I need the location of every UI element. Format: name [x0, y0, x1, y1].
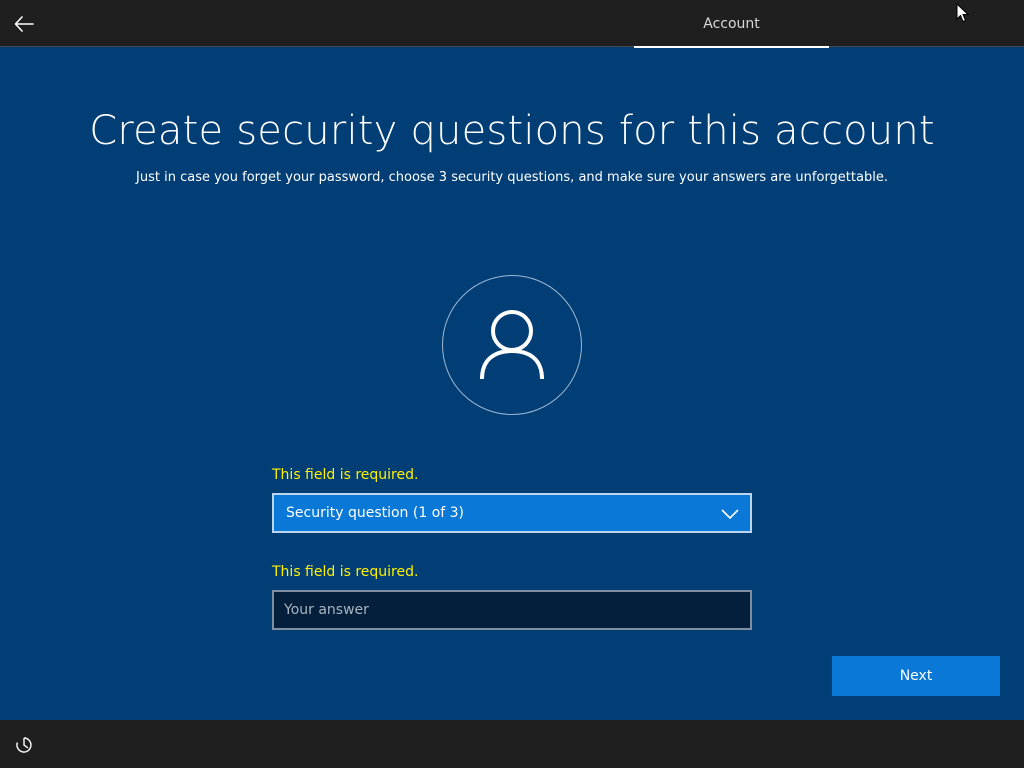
bottom-bar — [0, 720, 1024, 768]
active-tab-indicator — [634, 46, 829, 48]
page-title: Create security questions for this accou… — [89, 108, 935, 154]
tab-account[interactable]: Account — [634, 0, 829, 48]
user-icon — [480, 310, 544, 380]
back-button[interactable] — [10, 10, 38, 38]
ease-of-access-button[interactable] — [12, 734, 36, 756]
ease-of-access-icon — [16, 737, 32, 753]
back-arrow-icon — [14, 16, 34, 32]
top-bar: Account — [0, 0, 1024, 48]
answer-input[interactable] — [272, 590, 752, 630]
security-question-dropdown[interactable]: Security question (1 of 3) — [272, 493, 752, 533]
avatar — [442, 275, 582, 415]
question-error-message: This field is required. — [272, 467, 419, 483]
page-subtitle: Just in case you forget your password, c… — [136, 170, 888, 185]
answer-error-message: This field is required. — [272, 564, 419, 580]
chevron-down-icon — [721, 509, 739, 520]
security-question-selected: Security question (1 of 3) — [286, 505, 465, 521]
next-button[interactable]: Next — [832, 656, 1000, 696]
mouse-pointer-icon — [956, 3, 970, 23]
tab-account-label: Account — [703, 15, 760, 32]
